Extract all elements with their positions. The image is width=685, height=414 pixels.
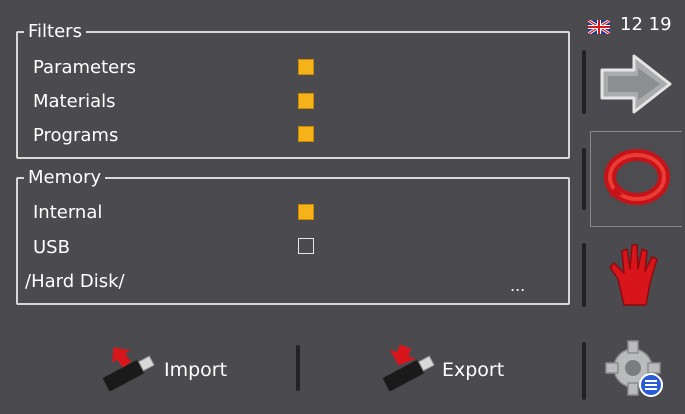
memory-title: Memory [24, 167, 106, 189]
usb-import-icon [92, 342, 160, 399]
separator [582, 148, 586, 210]
memory-internal-label: Internal [33, 202, 103, 223]
status-bar: 12 19 [587, 14, 672, 35]
memory-internal-checkbox[interactable] [298, 204, 314, 220]
uk-flag-icon [587, 18, 611, 35]
separator [582, 243, 586, 307]
import-button[interactable]: Import [92, 335, 227, 405]
clock-time: 12 19 [620, 14, 672, 35]
browse-path-button[interactable]: ... [510, 276, 525, 295]
memory-path: /Hard Disk/ [25, 271, 125, 292]
filter-programs-label: Programs [33, 125, 119, 146]
memory-usb-checkbox[interactable] [298, 238, 314, 254]
reset-circle-icon [603, 147, 671, 211]
forward-arrow-icon [598, 52, 674, 120]
usb-export-icon [372, 342, 440, 399]
memory-usb-label: USB [33, 237, 70, 258]
reset-button[interactable] [590, 131, 682, 227]
filter-parameters-label: Parameters [33, 57, 137, 78]
export-button[interactable]: Export [372, 335, 504, 405]
settings-button[interactable] [590, 334, 682, 408]
import-label: Import [164, 359, 228, 381]
settings-gear-icon [605, 338, 667, 404]
separator [296, 345, 300, 391]
forward-button[interactable] [590, 46, 682, 126]
separator [582, 342, 586, 400]
export-label: Export [442, 359, 505, 381]
stop-hand-icon [608, 243, 664, 311]
filter-materials-checkbox[interactable] [298, 93, 314, 109]
filter-materials-label: Materials [33, 91, 116, 112]
filter-programs-checkbox[interactable] [298, 126, 314, 142]
filters-title: Filters [24, 21, 86, 43]
filter-parameters-checkbox[interactable] [298, 59, 314, 75]
stop-button[interactable] [590, 238, 682, 316]
separator [582, 50, 586, 114]
